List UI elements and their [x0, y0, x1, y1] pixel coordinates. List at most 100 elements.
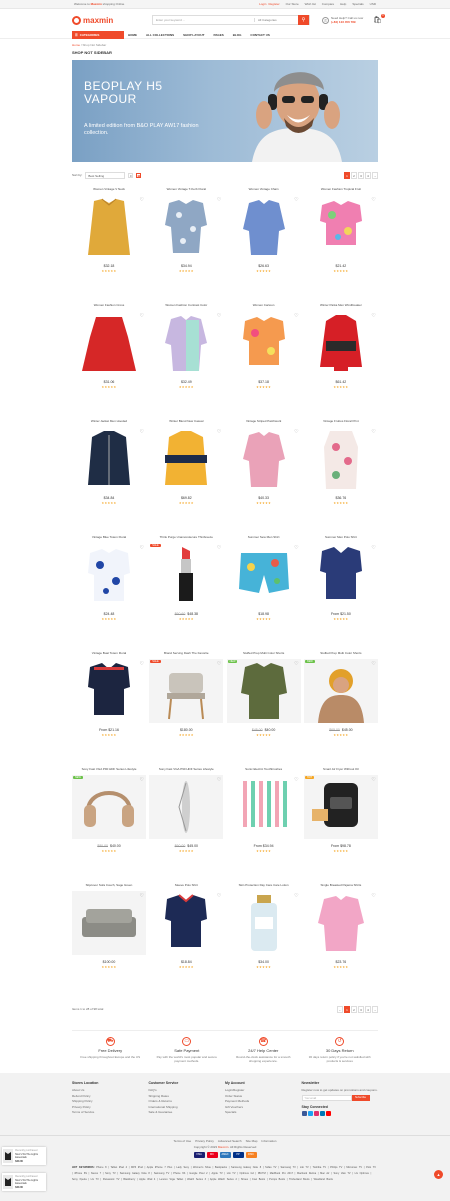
product-card[interactable]: Vintage Fruttos Floral Print ♡ $36.76 ★★★★★ — [303, 415, 378, 531]
nav-blog[interactable]: BLOG — [233, 33, 242, 37]
top-link-store[interactable]: Our Store — [286, 2, 299, 6]
product-card[interactable]: Vintage Striped Patchwork ♡ $40.33 ★★★★★ — [226, 415, 301, 531]
product-image[interactable]: ♡ — [149, 195, 224, 259]
product-name[interactable]: Winter Parka Men Windbreaker — [304, 299, 378, 311]
wishlist-heart-icon[interactable]: ♡ — [217, 429, 221, 435]
product-name[interactable]: Women Fashion Cross — [72, 299, 146, 311]
wishlist-heart-icon[interactable]: ♡ — [140, 429, 144, 435]
page-2[interactable]: 2 — [351, 171, 357, 179]
product-card[interactable]: Stuffed Prep Multi Color Shorts NEW ♡ $65.0… — [303, 647, 378, 763]
product-card[interactable]: Winter Blend New Casual ♡ $69.82 ★★★★★ — [149, 415, 224, 531]
product-image[interactable]: NEW ♡ — [226, 659, 301, 723]
nav-collections[interactable]: ALL COLLECTIONS — [146, 33, 174, 37]
wishlist-heart-icon[interactable]: ♡ — [371, 197, 375, 203]
wishlist-heart-icon[interactable]: ♡ — [294, 429, 298, 435]
product-image[interactable]: ♡ — [72, 195, 146, 259]
product-image[interactable]: ♡ — [226, 543, 301, 607]
nav-contact[interactable]: CONTACT US — [250, 33, 269, 37]
product-card[interactable]: Smart Air Fryer Without Oil HOT ♡ From $98.… — [303, 763, 378, 879]
purchase-popup[interactable]: Recently purchased Men's Wi-The Lights Es… — [2, 1147, 46, 1165]
wishlist-heart-icon[interactable]: ♡ — [371, 313, 375, 319]
product-image[interactable]: ♡ — [72, 543, 146, 607]
product-image[interactable]: ♡ — [72, 427, 146, 491]
product-image[interactable]: ♡ — [149, 891, 224, 955]
top-link-wishlist[interactable]: Wish list — [305, 2, 316, 6]
facebook-icon[interactable] — [301, 1111, 307, 1116]
wishlist-heart-icon[interactable]: ♡ — [140, 197, 144, 203]
footer-bar-link[interactable]: Site Map — [246, 1139, 258, 1143]
product-image[interactable]: ♡ — [303, 427, 378, 491]
wishlist-heart-icon[interactable]: ♡ — [294, 313, 298, 319]
subscribe-button[interactable]: Subscribe — [351, 1095, 370, 1101]
product-image[interactable]: SALE ♡ — [149, 543, 224, 607]
product-name[interactable]: Vintage Striped Patchwork — [227, 415, 301, 427]
wishlist-heart-icon[interactable]: ♡ — [294, 893, 298, 899]
product-card[interactable]: Sonic Electric Toothbrushes ♡ From $34.94 ★… — [226, 763, 301, 879]
footer-bar-link[interactable]: Privacy Policy — [195, 1139, 214, 1143]
top-link-help[interactable]: Help — [340, 2, 346, 6]
product-name[interactable]: Women Fashion Tropical Fruit — [304, 183, 378, 195]
product-name[interactable]: Sony Fast VGA P90 HDF Series Lifestyle — [72, 763, 146, 775]
product-card[interactable]: Women Fashion Contrast Color ♡ $32.49 ★★★★★ — [149, 299, 224, 415]
product-image[interactable]: ♡ — [149, 775, 224, 839]
product-card[interactable]: Single Breasted Pajama Shirts ♡ $23.76 ★★★★… — [303, 879, 378, 995]
product-name[interactable]: Women Fashion Contrast Color — [149, 299, 223, 311]
product-name[interactable]: Sony Fast VGA P90 HDF Series Lifestyle — [149, 763, 223, 775]
product-name[interactable]: Winter Blend New Casual — [149, 415, 223, 427]
cart-button[interactable]: 🛍 0 — [373, 14, 385, 24]
breadcrumb-home[interactable]: Home — [72, 43, 80, 47]
product-name[interactable]: Vintage Blue Totem Floral — [72, 531, 146, 543]
product-image[interactable]: ♡ — [72, 891, 146, 955]
product-card[interactable]: Brand Serving Dash The Fanorite SALE ♡ $180… — [149, 647, 224, 763]
product-name[interactable]: Summer Men Polo Shirt — [304, 531, 378, 543]
wishlist-heart-icon[interactable]: ♡ — [217, 777, 221, 783]
wishlist-heart-icon[interactable]: ♡ — [217, 197, 221, 203]
register-link[interactable]: Register — [268, 2, 279, 6]
product-card[interactable]: Women Fashion Cross ♡ $31.06 ★★★★★ — [72, 299, 146, 415]
youtube-icon[interactable] — [325, 1111, 331, 1116]
search-input[interactable]: Enter your keyword ... — [153, 18, 254, 22]
product-image[interactable]: ♡ — [226, 891, 301, 955]
product-card[interactable]: Winter Parka Men Windbreaker ♡ $61.42 ★★★★★ — [303, 299, 378, 415]
wishlist-heart-icon[interactable]: ♡ — [140, 313, 144, 319]
nav-shop-layout[interactable]: SHOP LAYOUT — [183, 33, 204, 37]
footer-bar-link[interactable]: Advanced Search — [218, 1139, 242, 1143]
product-image[interactable]: ♡ — [226, 311, 301, 375]
page-1[interactable]: 1 — [344, 171, 350, 179]
top-link-compare[interactable]: Compare — [322, 2, 334, 6]
footer-bar-link[interactable]: Information — [261, 1139, 276, 1143]
product-card[interactable]: Women Cartoon ♡ $37.18 ★★★★★ — [226, 299, 301, 415]
product-image[interactable]: ♡ — [303, 891, 378, 955]
footer-link[interactable]: Specials — [225, 1110, 302, 1116]
product-card[interactable]: Vintage Blue Totem Floral ♡ $24.48 ★★★★★ — [72, 531, 146, 647]
product-image[interactable]: ♡ — [149, 311, 224, 375]
product-name[interactable]: Think Purge Unamorolecure Thinbreeze — [149, 531, 223, 543]
instagram-icon[interactable] — [313, 1111, 319, 1116]
product-image[interactable]: ♡ — [226, 427, 301, 491]
login-link[interactable]: Login — [259, 2, 266, 6]
product-card[interactable]: Stuffed Prep Multi Color Shorts NEW ♡ $45.0… — [226, 647, 301, 763]
footer-link[interactable]: Sale & Guarantee — [149, 1110, 226, 1116]
categories-menu[interactable]: ☰ CATEGORIES — [72, 30, 124, 39]
wishlist-heart-icon[interactable]: ♡ — [294, 661, 298, 667]
product-card[interactable]: Women Vintage T-Kerb Floral ♡ $34.94 ★★★★★ — [149, 183, 224, 299]
page-next[interactable]: → — [372, 171, 378, 179]
page-3[interactable]: 3 — [358, 171, 364, 179]
category-select[interactable]: All Categories — [254, 18, 298, 22]
product-image[interactable]: SALE ♡ — [149, 659, 224, 723]
product-card[interactable]: Skin Protection Day Care Care Lotion ♡ $34… — [226, 879, 301, 995]
product-image[interactable]: HOT ♡ — [303, 775, 378, 839]
product-card[interactable]: Women Vintage V Neck ♡ $32.18 ★★★★★ — [72, 183, 146, 299]
product-name[interactable]: Sonic Electric Toothbrushes — [227, 763, 301, 775]
product-card[interactable]: Slipcover Sofa Couch, Sage Green ♡ $100.00… — [72, 879, 146, 995]
page-2[interactable]: 2 — [351, 1005, 357, 1013]
wishlist-heart-icon[interactable]: ♡ — [294, 545, 298, 551]
logo[interactable]: maxmin — [72, 15, 142, 25]
product-image[interactable]: ♡ — [72, 659, 146, 723]
nav-pages[interactable]: PAGES — [213, 33, 223, 37]
top-link-specials[interactable]: Specials — [352, 2, 363, 6]
product-image[interactable]: ♡ — [226, 775, 301, 839]
product-image[interactable]: ♡ — [303, 311, 378, 375]
product-name[interactable]: Vintage Buat Totem Floral — [72, 647, 146, 659]
wishlist-heart-icon[interactable]: ♡ — [371, 429, 375, 435]
